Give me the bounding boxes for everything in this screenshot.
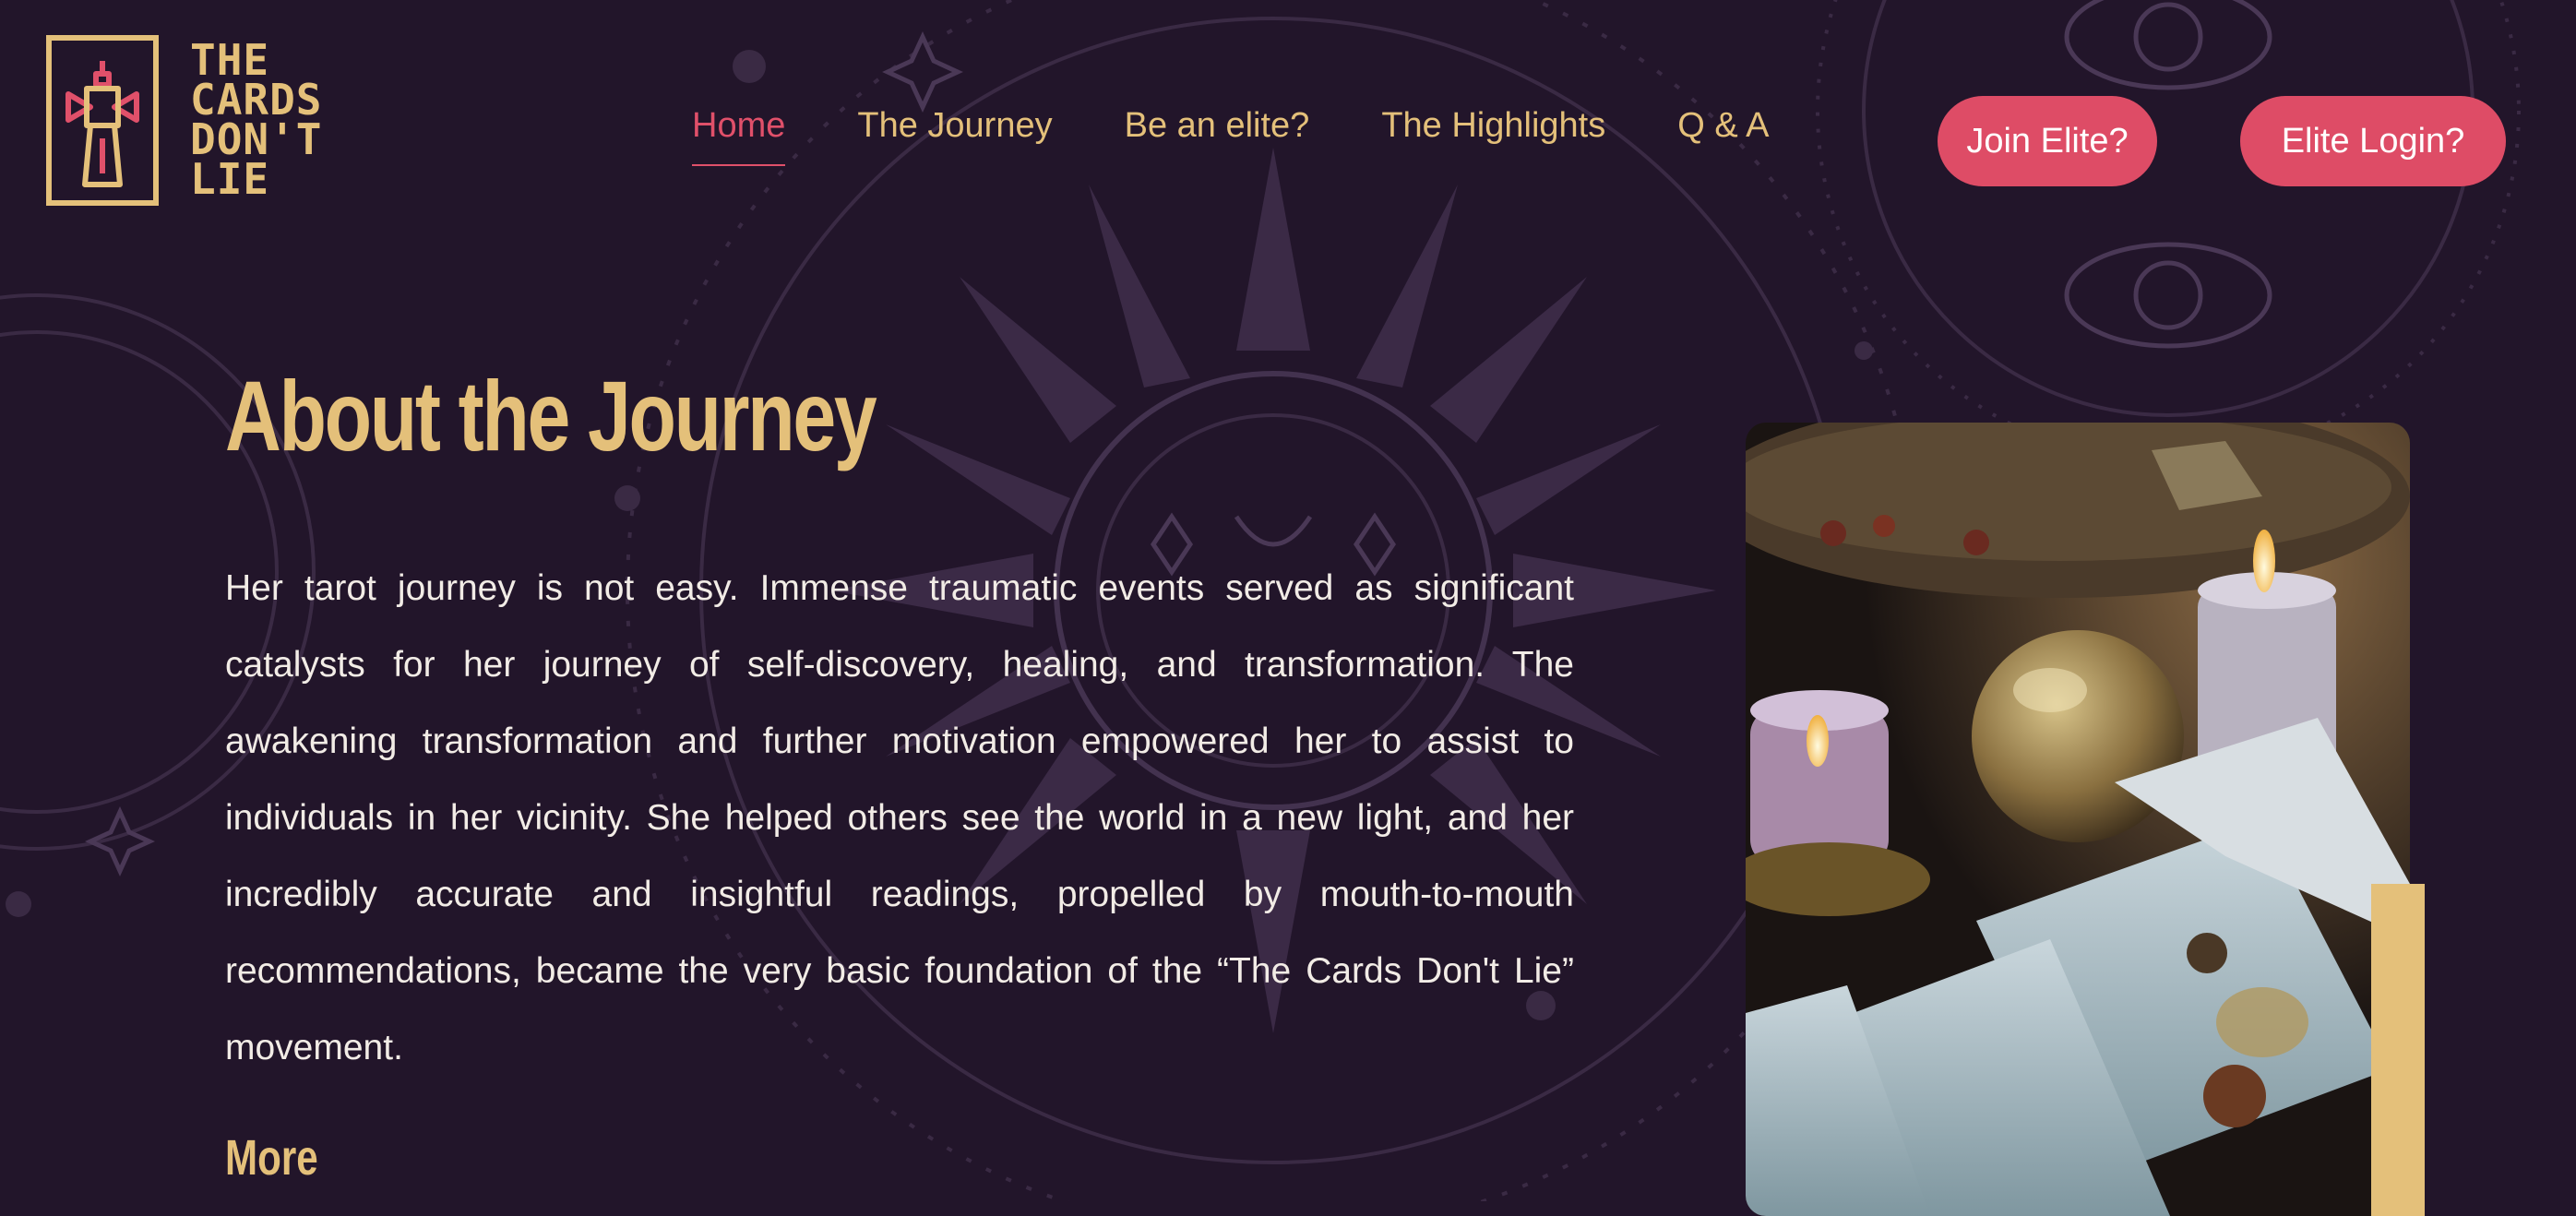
page-title: About the Journey: [225, 360, 877, 471]
elite-login-button[interactable]: Elite Login?: [2240, 96, 2506, 186]
nav-item-q-and-a[interactable]: Q & A: [1677, 106, 1769, 146]
page: THE CARDS DON'T LIE Home The Journey Be …: [0, 0, 2576, 1216]
brand-logo[interactable]: THE CARDS DON'T LIE: [46, 35, 332, 215]
gold-accent-bar: [2371, 884, 2425, 1216]
logo-word: LIE: [190, 154, 270, 204]
tower-logo-icon: [66, 61, 139, 187]
nav-item-home[interactable]: Home: [692, 106, 786, 166]
nav-item-the-highlights[interactable]: The Highlights: [1381, 106, 1605, 146]
logo-wordmark: THE CARDS DON'T LIE: [190, 39, 338, 204]
join-elite-button[interactable]: Join Elite?: [1938, 96, 2157, 186]
more-link[interactable]: More: [225, 1129, 318, 1186]
nav-item-be-an-elite[interactable]: Be an elite?: [1125, 106, 1310, 146]
journey-description: Her tarot journey is not easy. Immense t…: [225, 568, 1574, 1067]
main-nav: Home The Journey Be an elite? The Highli…: [692, 106, 1770, 166]
nav-item-the-journey[interactable]: The Journey: [857, 106, 1052, 146]
tarot-candles-photo: [1746, 423, 2410, 1216]
